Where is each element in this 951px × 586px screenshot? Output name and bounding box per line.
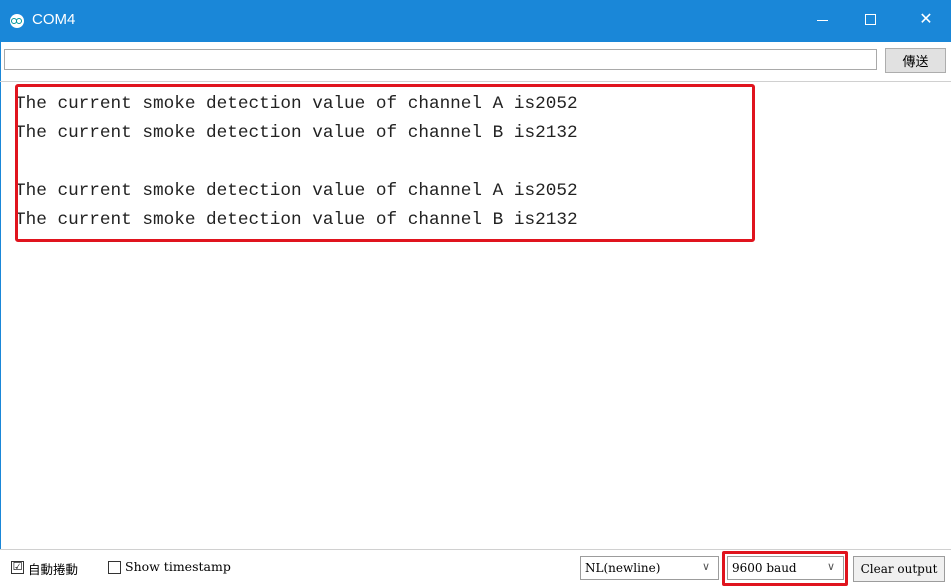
arduino-logo-icon <box>10 14 24 28</box>
autoscroll-label: 自動捲動 <box>28 562 79 577</box>
send-input[interactable] <box>4 49 877 70</box>
line-ending-select[interactable]: NL(newline) ∨ <box>580 556 719 580</box>
minimize-button[interactable] <box>800 0 844 38</box>
window-title: COM4 <box>32 11 76 28</box>
minimize-icon <box>816 19 828 21</box>
send-button[interactable]: 傳送 <box>885 48 946 73</box>
timestamp-label: Show timestamp <box>125 559 231 574</box>
close-icon: ✕ <box>919 11 933 28</box>
title-bar: COM4 ✕ <box>0 0 951 42</box>
chevron-down-icon: ∨ <box>701 560 710 573</box>
close-button[interactable]: ✕ <box>904 0 948 38</box>
maximize-button[interactable] <box>848 0 892 38</box>
line-ending-value: NL(newline) <box>585 561 661 575</box>
autoscroll-checkbox[interactable]: ☑ <box>11 561 24 574</box>
maximize-icon <box>864 13 876 25</box>
baud-highlight-box <box>722 551 848 586</box>
clear-output-button[interactable]: Clear output <box>853 556 945 582</box>
output-highlight-box <box>15 84 755 242</box>
timestamp-checkbox[interactable] <box>108 561 121 574</box>
